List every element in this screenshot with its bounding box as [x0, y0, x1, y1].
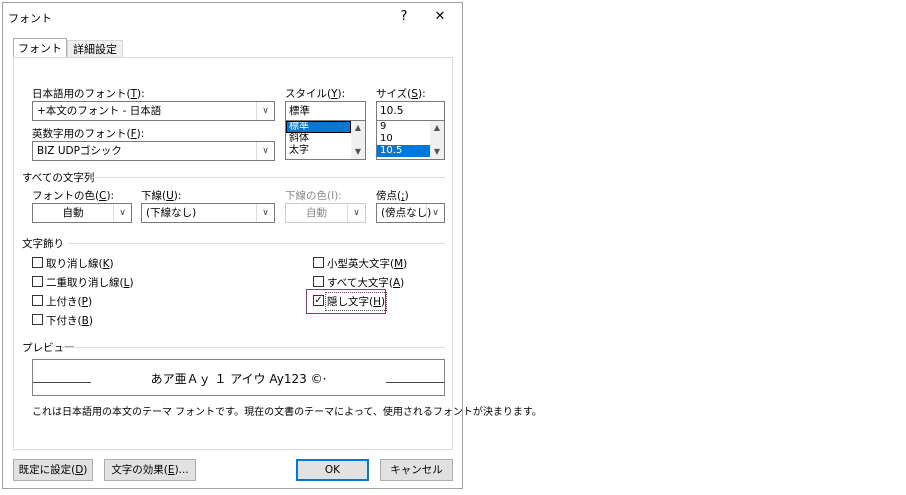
set-as-default-button[interactable]: 既定に設定(D) [13, 459, 93, 481]
preview-box: あア亜Ａｙ １ アイウ Ay123 ©· [32, 359, 445, 396]
chevron-down-icon[interactable]: ∨ [256, 142, 274, 160]
size-list[interactable]: 9 10 10.5 ▲ ▼ [376, 120, 445, 160]
emphasis-combo[interactable]: (傍点なし) ∨ [376, 203, 445, 223]
size-option-10-5[interactable]: 10.5 [377, 145, 430, 157]
style-label: スタイル(Y): [285, 88, 346, 100]
size-input[interactable]: 10.5 [376, 101, 445, 121]
checkbox-box[interactable] [32, 314, 43, 325]
jp-font-label: 日本語用のフォント(T): [32, 88, 145, 100]
scroll-up-icon[interactable]: ▲ [430, 123, 444, 133]
font-color-combo[interactable]: 自動 ∨ [32, 203, 132, 223]
font-color-value: 自動 [62, 207, 84, 219]
jp-font-combo[interactable]: +本文のフォント - 日本語 ∨ [32, 101, 275, 121]
style-list[interactable]: 標準 斜体 太字 ▲ ▼ [285, 120, 366, 160]
style-input[interactable]: 標準 [285, 101, 366, 121]
ok-button[interactable]: OK [296, 459, 369, 481]
en-font-label: 英数字用のフォント(F): [32, 128, 145, 140]
help-button[interactable]: ? [396, 9, 412, 25]
close-icon[interactable]: ✕ [432, 9, 448, 25]
underline-color-label: 下線の色(I): [285, 190, 342, 202]
dialog-title: フォント [8, 12, 52, 25]
scroll-down-icon[interactable]: ▼ [351, 147, 365, 157]
underline-combo[interactable]: (下線なし) ∨ [141, 203, 275, 223]
hidden-text-label[interactable]: 隠し文字(H) [324, 292, 388, 311]
strikethrough-label[interactable]: 取り消し線(K) [46, 256, 114, 271]
checkbox-box[interactable] [313, 276, 324, 287]
tab-font[interactable]: フォント [13, 38, 67, 58]
preview-sample: あア亜Ａｙ １ アイウ Ay123 ©· [150, 372, 327, 386]
baseline-left [33, 382, 91, 383]
chevron-down-icon: ∨ [347, 204, 365, 222]
style-scrollbar[interactable]: ▲ ▼ [351, 121, 365, 159]
emphasis-value: (傍点なし) [381, 207, 432, 219]
section-divider [62, 347, 445, 348]
preview-note: これは日本語用の本文のテーマ フォントです。現在の文書のテーマによって、使用され… [32, 407, 542, 418]
scroll-up-icon[interactable]: ▲ [351, 123, 365, 133]
checkbox-box[interactable] [32, 276, 43, 287]
chevron-down-icon[interactable]: ∨ [256, 102, 274, 120]
check-icon[interactable]: ✓ [313, 295, 324, 306]
checkbox-box[interactable] [32, 295, 43, 306]
all-text-section-title: すべての文字列 [22, 172, 95, 184]
size-label: サイズ(S): [376, 88, 426, 100]
tab-advanced[interactable]: 詳細設定 [67, 40, 123, 58]
subscript-label[interactable]: 下付き(B) [46, 313, 93, 328]
underline-color-combo: 自動 ∨ [285, 203, 366, 223]
underline-color-value: 自動 [306, 207, 327, 219]
baseline-right [386, 382, 444, 383]
style-option-regular[interactable]: 標準 [286, 121, 351, 133]
double-strikethrough-label[interactable]: 二重取り消し線(L) [46, 275, 134, 290]
section-divider [92, 177, 445, 178]
checkbox-box[interactable] [313, 257, 324, 268]
superscript-label[interactable]: 上付き(P) [46, 294, 92, 309]
en-font-value: BIZ UDPゴシック [37, 145, 122, 157]
chevron-down-icon[interactable]: ∨ [256, 204, 274, 222]
chevron-down-icon[interactable]: ∨ [113, 204, 131, 222]
underline-label: 下線(U): [141, 190, 182, 202]
all-caps-label[interactable]: すべて大文字(A) [327, 275, 404, 290]
small-caps-label[interactable]: 小型英大文字(M) [327, 256, 407, 271]
section-divider [68, 243, 445, 244]
jp-font-value: +本文のフォント - 日本語 [37, 105, 162, 117]
size-scrollbar[interactable]: ▲ ▼ [430, 121, 444, 159]
text-effects-button[interactable]: 文字の効果(E)... [104, 459, 196, 481]
effects-section-title: 文字飾り [22, 238, 64, 250]
en-font-combo[interactable]: BIZ UDPゴシック ∨ [32, 141, 275, 161]
cancel-button[interactable]: キャンセル [380, 459, 453, 481]
font-color-label: フォントの色(C): [32, 190, 115, 202]
emphasis-label: 傍点(;) [376, 190, 409, 202]
scroll-down-icon[interactable]: ▼ [430, 147, 444, 157]
checkbox-box[interactable] [32, 257, 43, 268]
underline-value: (下線なし) [146, 207, 197, 219]
chevron-down-icon[interactable]: ∨ [426, 204, 444, 222]
